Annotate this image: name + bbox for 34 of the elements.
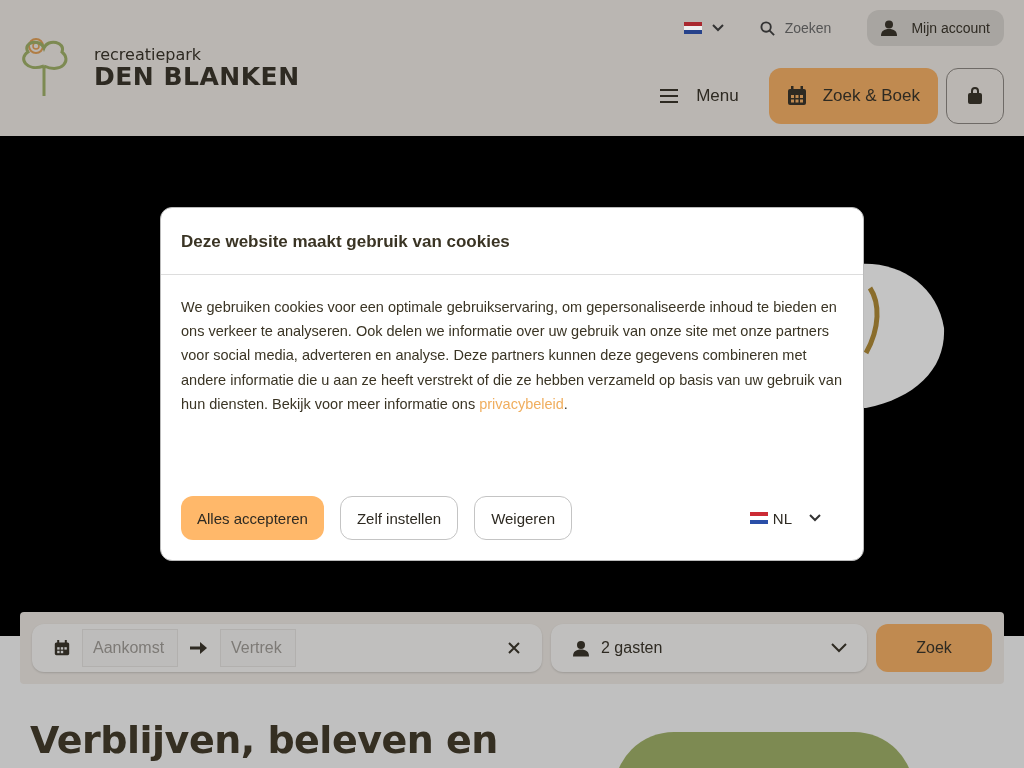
intro-heading: Verblijven, beleven en [30,718,498,764]
search-link[interactable]: Zoeken [759,20,832,36]
language-selector[interactable]: NL [743,508,827,528]
arrival-input[interactable]: Aankomst [82,629,178,667]
language-label: NL [772,509,792,527]
logo-tagline: recreatiepark [94,45,203,64]
flag-icon [683,22,702,34]
shopping-bag-icon [966,87,984,105]
menu-icon [660,88,679,104]
language-selector[interactable] [683,22,724,34]
menu-button[interactable]: Menu [654,85,745,107]
cookie-button[interactable]: Zelf instellen [339,496,459,540]
guests-dropdown[interactable]: 2 gasten [551,624,867,672]
arrow-right-icon [190,641,208,655]
search-icon [759,20,775,36]
user-icon [881,20,898,36]
chevron-down-icon [831,643,847,653]
cart-button[interactable] [946,68,1004,124]
flag-icon [749,512,768,524]
chevron-down-icon [711,24,724,32]
dialog-title: Deze website maakt gebruik van cookies [161,208,863,275]
logo-name: DEN BLANKEN [94,64,300,89]
user-icon [573,639,589,657]
account-button[interactable]: Mijn account [867,10,1004,46]
chevron-down-icon [809,514,821,522]
departure-input[interactable]: Vertrek [220,629,296,667]
calendar-icon [786,86,807,106]
cookie-button[interactable]: Alles accepteren [181,496,324,540]
search-button[interactable]: Zoek [876,624,992,672]
book-button[interactable]: Zoek & Boek [768,68,938,124]
close-icon[interactable] [508,642,520,654]
dialog-body-text: We gebruiken cookies voor een optimale gebruikservaring, om gepersonaliseerde inhoud te bieden en ons verkeer te analyseren. Ook delen we informatie over uw gebruik van onze site met onze partners voor social media, adverteren en analyse. Deze partners kunnen deze gegevens combineren met andere informatie die u aan ze heeft verstrekt of die ze hebben verzameld op basis van uw gebruik van hun diensten. Bekijk voor meer informatie ons privacybeleid. [180,298,843,414]
cookie-button[interactable]: Weigeren [474,496,573,540]
calendar-icon [54,640,70,656]
